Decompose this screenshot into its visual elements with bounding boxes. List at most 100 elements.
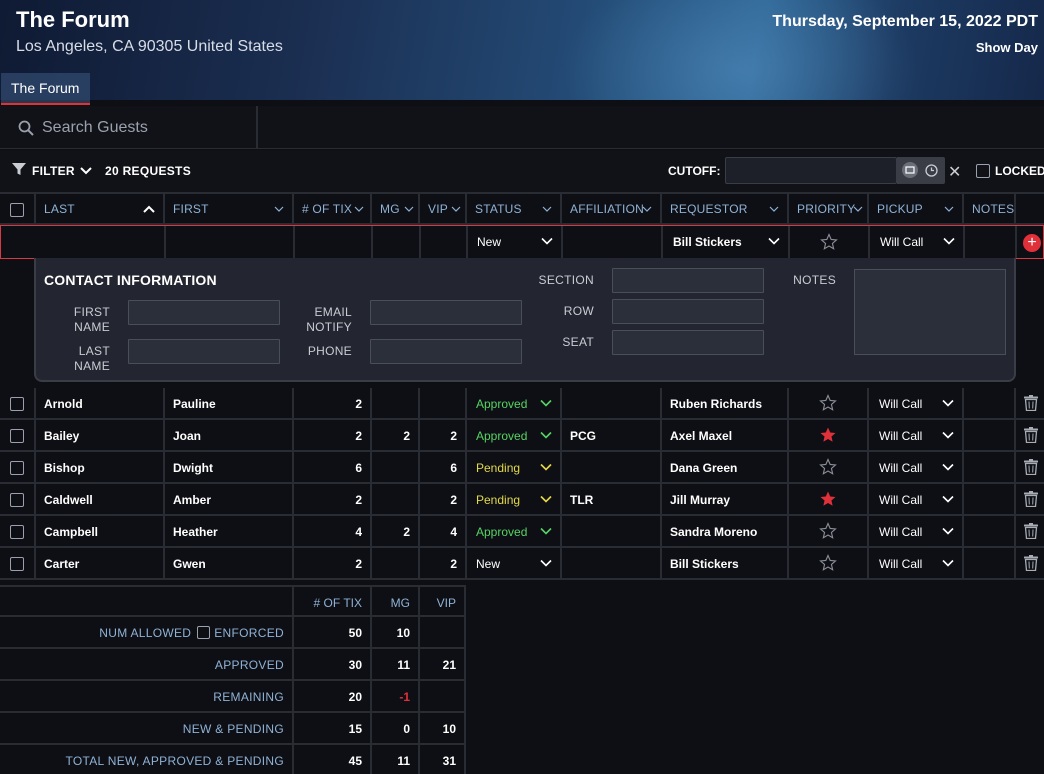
select-all-checkbox[interactable] <box>10 203 24 217</box>
star-filled-icon[interactable] <box>819 426 837 444</box>
table-row[interactable]: Arnold Pauline 2 Approved Ruben Richards… <box>0 388 1044 420</box>
trash-icon[interactable] <box>1024 427 1038 443</box>
chevron-down-icon[interactable] <box>943 237 955 245</box>
last-name-field[interactable] <box>128 339 280 364</box>
calendar-icon[interactable] <box>901 161 919 179</box>
star-outline-icon[interactable] <box>820 233 838 251</box>
filter-button[interactable]: FILTER <box>32 164 75 178</box>
cell-affiliation[interactable]: PCG <box>562 420 662 450</box>
table-row[interactable]: Caldwell Amber 2 2 Pending TLR Jill Murr… <box>0 484 1044 516</box>
col-requestor[interactable]: REQUESTOR <box>662 194 789 224</box>
cell-tix[interactable]: 4 <box>294 516 372 546</box>
cell-requestor[interactable]: Bill Stickers <box>662 548 789 578</box>
cell-requestor[interactable]: Dana Green <box>662 452 789 482</box>
section-field[interactable] <box>612 268 764 293</box>
row-checkbox[interactable] <box>10 397 24 411</box>
new-requestor-select[interactable]: Bill Stickers <box>663 226 790 258</box>
pickup-select[interactable]: Will Call <box>869 516 964 546</box>
cell-last[interactable]: Arnold <box>36 388 165 418</box>
chevron-down-icon[interactable] <box>853 205 863 213</box>
pickup-select[interactable]: Will Call <box>869 452 964 482</box>
chevron-down-icon[interactable] <box>354 205 364 213</box>
cell-last[interactable]: Campbell <box>36 516 165 546</box>
cell-first[interactable]: Dwight <box>165 452 294 482</box>
pickup-select[interactable]: Will Call <box>869 420 964 450</box>
first-name-field[interactable] <box>128 300 280 325</box>
cell-last[interactable]: Bailey <box>36 420 165 450</box>
col-tix[interactable]: # OF TIX <box>294 194 372 224</box>
cell-last[interactable]: Carter <box>36 548 165 578</box>
chevron-down-icon[interactable] <box>540 431 552 439</box>
col-pickup[interactable]: PICKUP <box>869 194 964 224</box>
chevron-down-icon[interactable] <box>540 495 552 503</box>
search-input[interactable] <box>42 117 242 139</box>
new-mg-input[interactable] <box>373 226 421 258</box>
cell-notes[interactable] <box>964 452 1016 482</box>
cell-first[interactable]: Amber <box>165 484 294 514</box>
cell-vip[interactable]: 6 <box>420 452 467 482</box>
pickup-select[interactable]: Will Call <box>869 388 964 418</box>
cell-tix[interactable]: 2 <box>294 420 372 450</box>
cell-requestor[interactable]: Jill Murray <box>662 484 789 514</box>
row-checkbox[interactable] <box>10 429 24 443</box>
row-checkbox[interactable] <box>10 461 24 475</box>
cell-mg[interactable]: 2 <box>372 420 420 450</box>
trash-icon[interactable] <box>1024 523 1038 539</box>
status-select[interactable]: Approved <box>467 516 562 546</box>
cell-mg[interactable]: 2 <box>372 516 420 546</box>
col-vip[interactable]: VIP <box>420 194 467 224</box>
chevron-down-icon[interactable] <box>540 559 552 567</box>
status-select[interactable]: Pending <box>467 484 562 514</box>
cell-vip[interactable] <box>420 388 467 418</box>
cell-mg[interactable] <box>372 548 420 578</box>
clock-icon[interactable] <box>925 164 938 177</box>
cell-requestor[interactable]: Sandra Moreno <box>662 516 789 546</box>
chevron-down-icon[interactable] <box>79 163 93 177</box>
cell-requestor[interactable]: Axel Maxel <box>662 420 789 450</box>
new-affiliation-input[interactable] <box>563 226 663 258</box>
status-select[interactable]: Approved <box>467 388 562 418</box>
cell-affiliation[interactable] <box>562 388 662 418</box>
chevron-down-icon[interactable] <box>942 559 954 567</box>
cell-affiliation[interactable] <box>562 452 662 482</box>
cell-first[interactable]: Pauline <box>165 388 294 418</box>
chevron-down-icon[interactable] <box>942 399 954 407</box>
chevron-down-icon[interactable] <box>404 205 414 213</box>
table-row[interactable]: Campbell Heather 4 2 4 Approved Sandra M… <box>0 516 1044 548</box>
row-field[interactable] <box>612 299 764 324</box>
col-last[interactable]: LAST <box>36 194 165 224</box>
notes-textarea[interactable] <box>854 269 1006 355</box>
col-priority[interactable]: PRIORITY <box>789 194 869 224</box>
email-field[interactable] <box>370 300 522 325</box>
cell-tix[interactable]: 2 <box>294 484 372 514</box>
star-outline-icon[interactable] <box>819 458 837 476</box>
cell-vip[interactable]: 2 <box>420 484 467 514</box>
new-status-select[interactable]: New <box>468 226 563 258</box>
status-select[interactable]: New <box>467 548 562 578</box>
trash-icon[interactable] <box>1024 459 1038 475</box>
row-checkbox[interactable] <box>10 557 24 571</box>
pickup-select[interactable]: Will Call <box>869 548 964 578</box>
star-outline-icon[interactable] <box>819 394 837 412</box>
phone-field[interactable] <box>370 339 522 364</box>
chevron-down-icon[interactable] <box>942 431 954 439</box>
col-affiliation[interactable]: AFFILIATION <box>562 194 662 224</box>
cutoff-input[interactable] <box>725 157 897 184</box>
row-checkbox[interactable] <box>10 493 24 507</box>
cell-affiliation[interactable] <box>562 516 662 546</box>
clear-cutoff-icon[interactable]: ✕ <box>948 162 961 182</box>
filter-icon[interactable] <box>12 162 26 176</box>
chevron-down-icon[interactable] <box>542 205 552 213</box>
cell-first[interactable]: Joan <box>165 420 294 450</box>
star-filled-icon[interactable] <box>819 490 837 508</box>
cell-requestor[interactable]: Ruben Richards <box>662 388 789 418</box>
new-pickup-select[interactable]: Will Call <box>870 226 965 258</box>
cell-mg[interactable] <box>372 388 420 418</box>
cell-vip[interactable]: 4 <box>420 516 467 546</box>
cell-tix[interactable]: 2 <box>294 388 372 418</box>
new-vip-input[interactable] <box>421 226 468 258</box>
trash-icon[interactable] <box>1024 555 1038 571</box>
chevron-down-icon[interactable] <box>942 463 954 471</box>
cell-affiliation[interactable]: TLR <box>562 484 662 514</box>
tab-the-forum[interactable]: The Forum <box>1 73 90 105</box>
